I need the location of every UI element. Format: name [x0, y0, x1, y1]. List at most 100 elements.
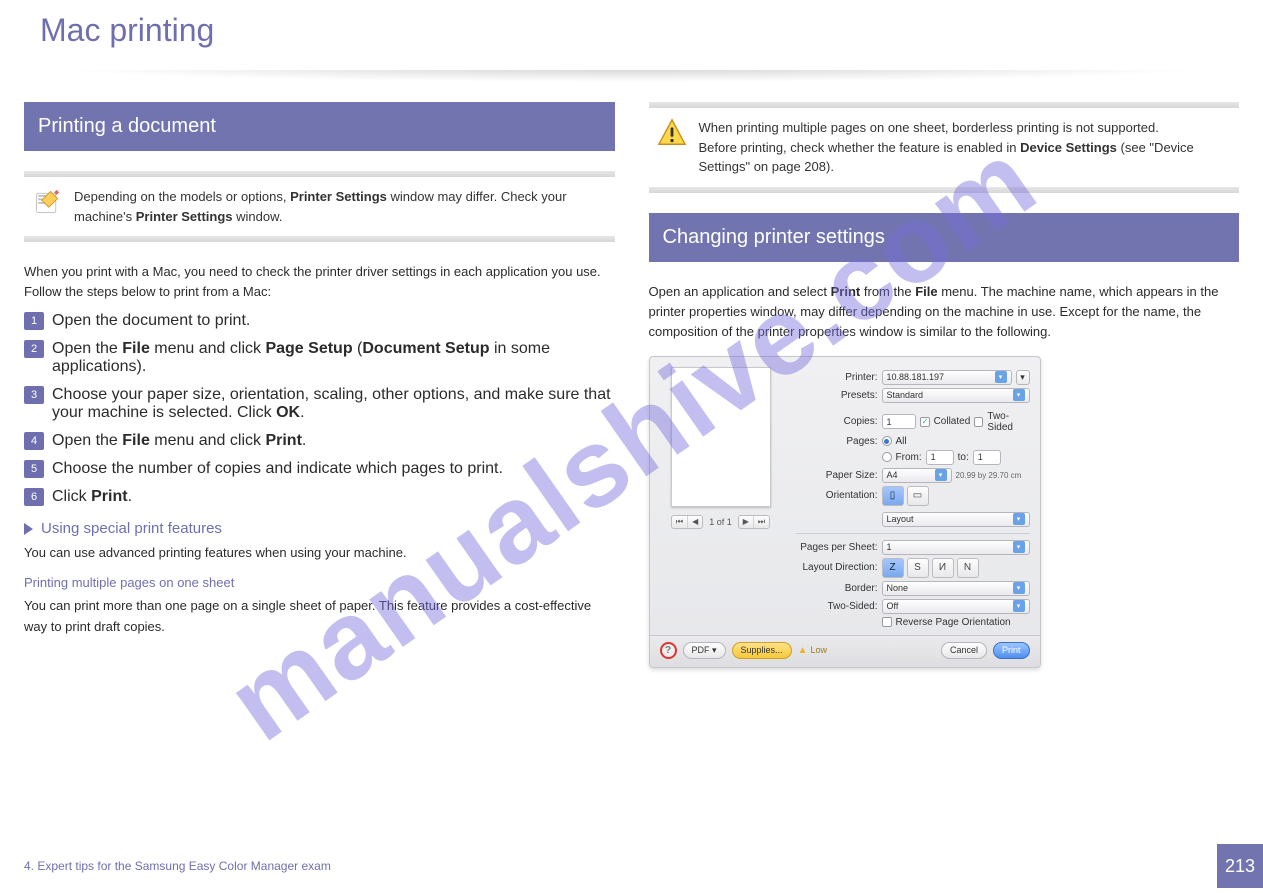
low-supplies-indicator: ▲Low: [798, 645, 827, 656]
section-bar-printing: Printing a document: [24, 102, 615, 151]
papersize-select[interactable]: A4▾: [882, 468, 952, 483]
supplies-button[interactable]: Supplies...: [732, 642, 792, 659]
triangle-icon: [24, 523, 33, 535]
caution-text: When printing multiple pages on one shee…: [699, 118, 1232, 177]
cancel-label: Cancel: [950, 645, 978, 655]
nav-next-group[interactable]: ▶⏭: [738, 515, 770, 529]
note-callout: Depending on the models or options, Prin…: [24, 171, 615, 242]
step-6-b1: Print: [91, 488, 127, 505]
chevron-down-icon: ▾: [1013, 600, 1025, 612]
layoutdir-1-button[interactable]: Z: [882, 558, 904, 578]
pdf-button[interactable]: PDF ▾: [683, 642, 726, 659]
pps-value: 1: [887, 542, 892, 552]
printer-info-button[interactable]: ▾: [1016, 370, 1030, 385]
step-5: Choose the number of copies and indicate…: [24, 460, 615, 478]
low-label: Low: [810, 645, 827, 655]
layoutdir-2-button[interactable]: S: [907, 558, 929, 578]
step-3-b1: OK: [276, 404, 300, 421]
printer-select[interactable]: 10.88.181.197▾: [882, 370, 1012, 385]
panel-value: Layout: [887, 514, 914, 524]
breadcrumb: 4. Expert tips for the Samsung Easy Colo…: [24, 859, 331, 873]
pages-to-input[interactable]: 1: [973, 450, 1001, 465]
presets-select[interactable]: Standard▾: [882, 388, 1030, 403]
pps-select[interactable]: 1▾: [882, 540, 1030, 555]
sub2-text: You can print more than one page on a si…: [24, 596, 615, 636]
step-1: Open the document to print.: [24, 312, 615, 330]
print-button[interactable]: Print: [993, 642, 1030, 659]
pages-from-input[interactable]: 1: [926, 450, 954, 465]
warning-small-icon: ▲: [798, 645, 808, 656]
page-title: Mac printing: [40, 12, 1223, 49]
reverse-checkbox[interactable]: [882, 617, 892, 627]
nav-prev-icon: ◀: [688, 516, 702, 528]
step-6: Click Print.: [24, 488, 615, 506]
step-3-pre: Choose your paper size, orientation, sca…: [52, 386, 611, 421]
note-bold2: Printer Settings: [136, 209, 233, 224]
orientation-label: Orientation:: [796, 490, 878, 501]
warning-icon: [657, 118, 687, 148]
pps-label: Pages per Sheet:: [796, 542, 878, 553]
step-4-post: .: [302, 432, 306, 449]
orientation-landscape-button[interactable]: ▭: [907, 486, 929, 506]
dialog-bottom-bar: ? PDF ▾ Supplies... ▲Low Cancel Print: [650, 635, 1040, 667]
print-dialog: ⏮◀ 1 of 1 ▶⏭ Printer: 10.88.181.197▾ ▾ P…: [649, 356, 1041, 668]
twosided-checkbox[interactable]: [974, 417, 983, 427]
nav-prev-group[interactable]: ⏮◀: [671, 515, 703, 529]
pdf-label: PDF ▾: [692, 645, 717, 656]
cancel-button[interactable]: Cancel: [941, 642, 987, 659]
print-label: Print: [1002, 645, 1021, 655]
chevron-down-icon: ▾: [935, 469, 947, 481]
intro-text: When you print with a Mac, you need to c…: [24, 262, 615, 302]
papersize-dim: 20.99 by 29.70 cm: [956, 471, 1022, 480]
rb-b2: File: [915, 284, 937, 299]
layoutdir-4-button[interactable]: N: [957, 558, 979, 578]
twosided2-label: Two-Sided:: [796, 601, 878, 612]
note-text: Depending on the models or options, Prin…: [74, 187, 607, 226]
preview-nav: ⏮◀ 1 of 1 ▶⏭: [671, 515, 770, 529]
rb-pre: Open an application and select: [649, 284, 831, 299]
pages-label: Pages:: [796, 436, 878, 447]
caution-line1: When printing multiple pages on one shee…: [699, 118, 1232, 138]
layoutdir-3-button[interactable]: И: [932, 558, 954, 578]
chevron-down-icon: ▾: [1013, 513, 1025, 525]
step-2-mid: menu and click: [150, 340, 266, 357]
orientation-portrait-button[interactable]: ▯: [882, 486, 904, 506]
step-3-post: .: [300, 404, 304, 421]
header-shadow: [30, 70, 1233, 82]
pages-all-radio[interactable]: [882, 436, 892, 446]
dialog-separator: [796, 533, 1030, 534]
copies-input[interactable]: 1: [882, 414, 917, 429]
preview-column: ⏮◀ 1 of 1 ▶⏭: [660, 367, 782, 631]
help-button[interactable]: ?: [660, 642, 677, 659]
nav-first-icon: ⏮: [672, 516, 687, 528]
header: Mac printing: [0, 0, 1263, 70]
sub1-text: You can use advanced printing features w…: [24, 543, 615, 563]
pages-to-label: to:: [958, 452, 969, 463]
papersize-label: Paper Size:: [796, 470, 878, 481]
rb-b1: Print: [831, 284, 861, 299]
pages-from-label: From:: [896, 452, 922, 463]
border-select[interactable]: None▾: [882, 581, 1030, 596]
note-part1: Depending on the models or options,: [74, 189, 290, 204]
collated-checkbox[interactable]: ✓: [920, 417, 929, 427]
pages-from-radio[interactable]: [882, 452, 892, 462]
pages-all-label: All: [896, 436, 907, 447]
step-2-pre: Open the: [52, 340, 122, 357]
caution-l2-b: Device Settings: [1020, 140, 1117, 155]
panel-select[interactable]: Layout ▾: [882, 512, 1030, 527]
rb-mid: from the: [860, 284, 915, 299]
step-6-pre: Click: [52, 488, 91, 505]
nav-last-icon: ⏭: [754, 516, 769, 528]
printer-label: Printer:: [796, 372, 878, 383]
section-bar-settings: Changing printer settings: [649, 213, 1240, 262]
step-4-pre: Open the: [52, 432, 122, 449]
presets-value: Standard: [887, 390, 924, 400]
twosided2-select[interactable]: Off ▾: [882, 599, 1030, 614]
caution-callout: When printing multiple pages on one shee…: [649, 102, 1240, 193]
reverse-label: Reverse Page Orientation: [896, 617, 1011, 628]
to-val: 1: [978, 452, 983, 462]
step-2-b3: Document Setup: [362, 340, 489, 357]
step-4-b2: Print: [265, 432, 301, 449]
preview-page: [671, 367, 771, 507]
twosided2-value: Off: [887, 601, 899, 611]
